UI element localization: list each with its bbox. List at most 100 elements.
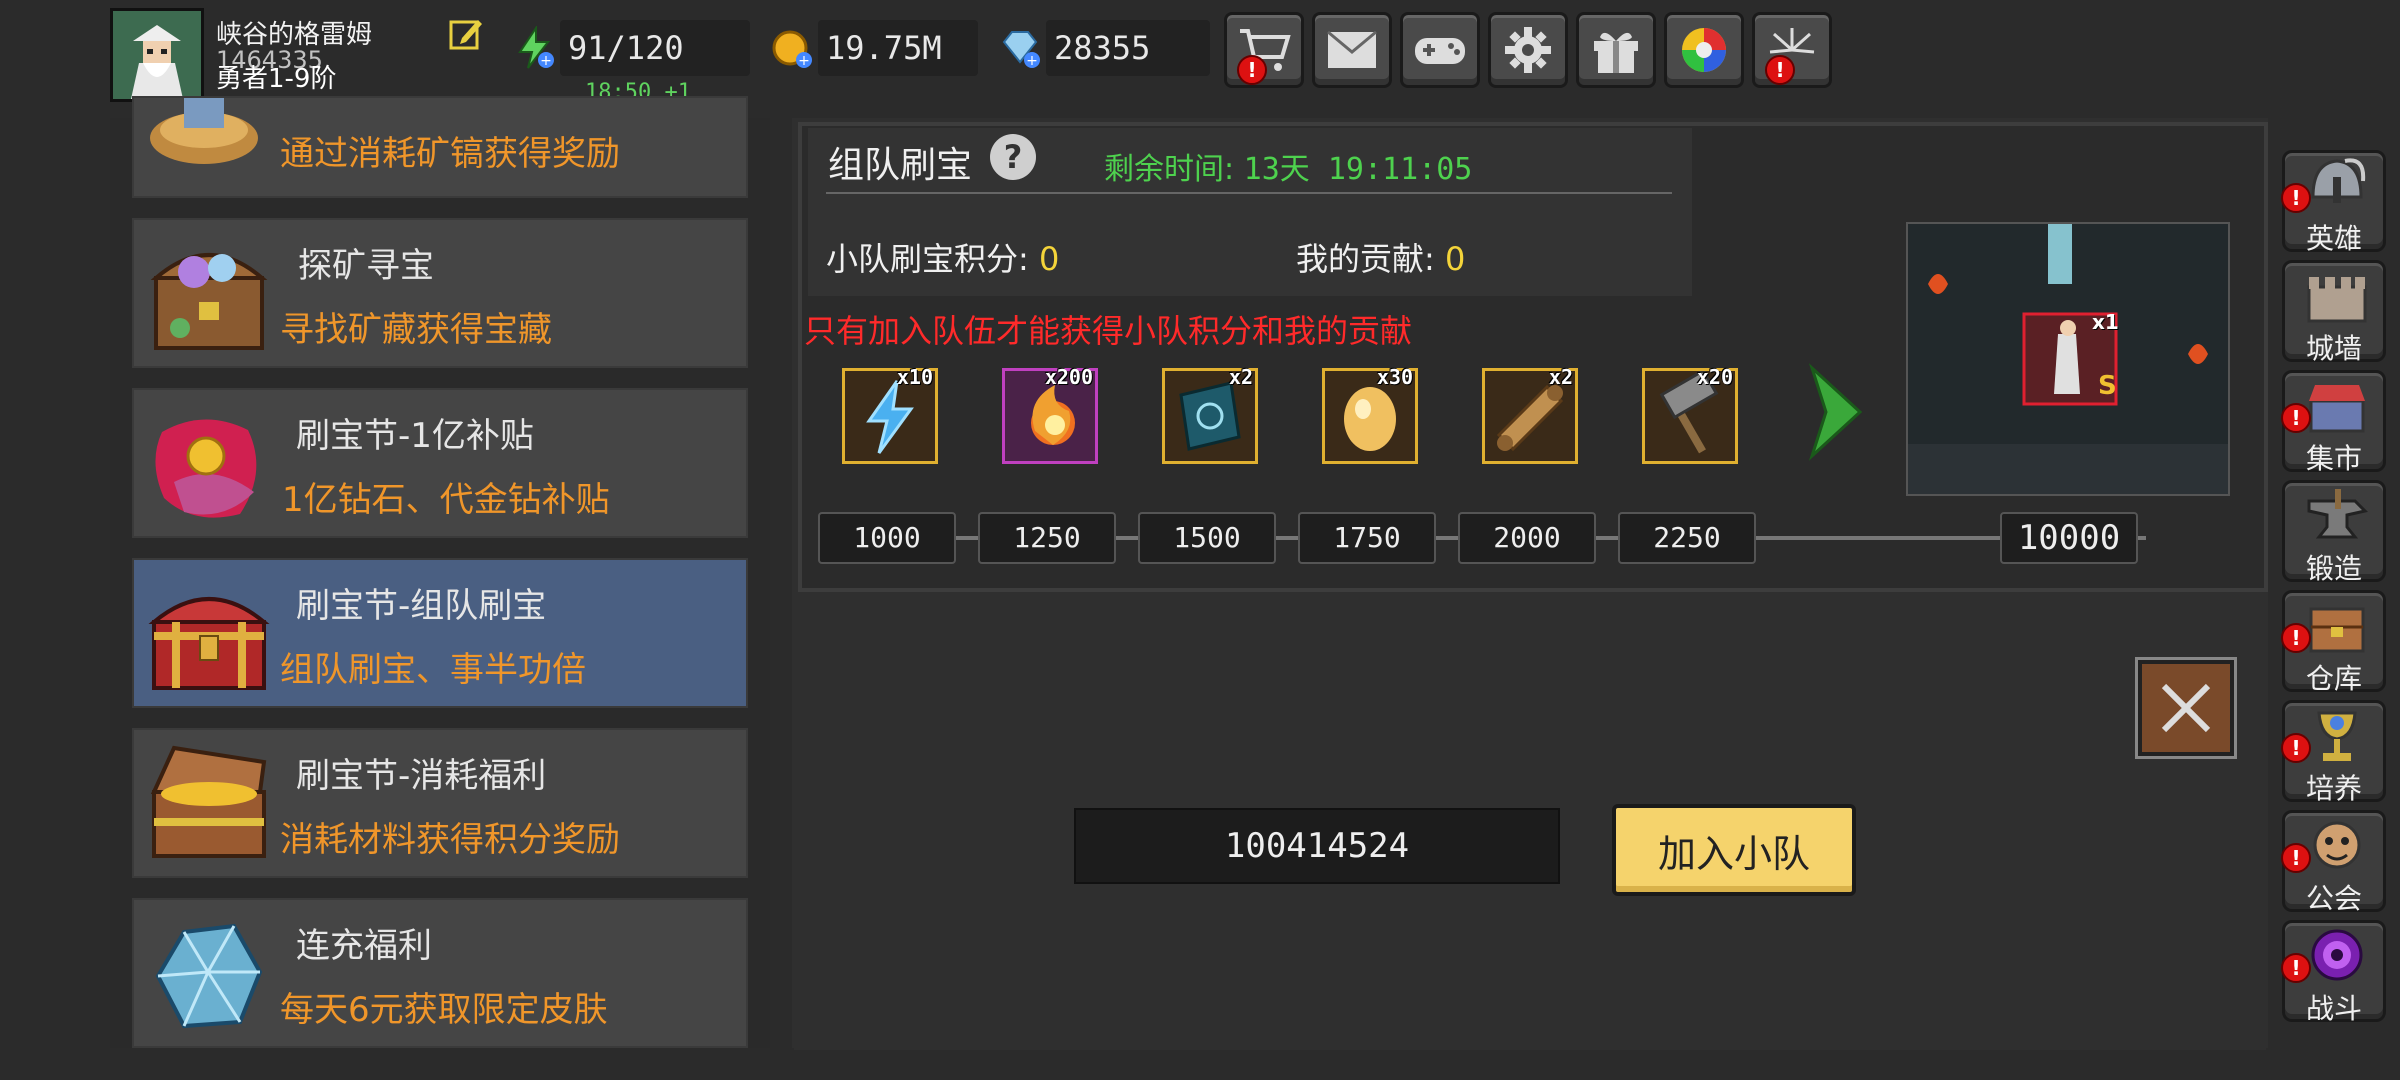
nav-label: 战斗 xyxy=(2305,992,2362,1025)
reward-slot-5[interactable]: x2 xyxy=(1482,365,1578,464)
reward-slot-6[interactable]: x20 xyxy=(1642,365,1738,464)
menu-item-subtitle: 寻找矿藏获得宝藏 xyxy=(280,310,552,350)
reward-qty: x20 xyxy=(1696,365,1733,389)
nav-label: 城墙 xyxy=(2305,332,2362,365)
shop-alert-badge: ! xyxy=(1237,55,1267,85)
gold-counter: 19.75M xyxy=(818,20,978,76)
menu-item-team-treasure[interactable]: 刷宝节-组队刷宝 组队刷宝、事半功倍 xyxy=(132,558,748,708)
nav-label: 英雄 xyxy=(2305,222,2362,255)
milestone-2: 1250 xyxy=(978,512,1116,564)
nav-label: 集市 xyxy=(2305,442,2362,475)
reward-slot-1[interactable]: x10 xyxy=(842,365,938,464)
final-reward-preview: S x1 xyxy=(1906,222,2230,496)
menu-item-title: 刷宝节-组队刷宝 xyxy=(296,586,547,626)
hero-alert-badge: ! xyxy=(2281,183,2311,213)
menu-item-title: 刷宝节-1亿补贴 xyxy=(296,416,534,456)
nav-label: 锻造 xyxy=(2305,552,2362,585)
final-reward-qty: x1 xyxy=(2092,310,2119,334)
menu-item-subtitle: 消耗材料获得积分奖励 xyxy=(280,820,620,860)
mining-icon xyxy=(144,78,274,174)
games-button[interactable] xyxy=(1400,12,1480,88)
gear-icon xyxy=(1505,27,1551,73)
menu-item-title: 连充福利 xyxy=(296,926,432,966)
anvil-icon xyxy=(2307,489,2368,539)
reward-slot-2[interactable]: x200 xyxy=(1002,365,1098,464)
menu-item-mining[interactable]: 通过消耗矿镐获得奖励 xyxy=(132,96,748,198)
fireworks-button[interactable]: ! xyxy=(1752,12,1832,88)
close-button[interactable] xyxy=(2138,660,2234,756)
treasure-chest-icon xyxy=(144,232,274,358)
milestone-final: 10000 xyxy=(2000,512,2138,564)
event-title: 组队刷宝 xyxy=(828,145,973,186)
join-team-notice: 只有加入队伍才能获得小队积分和我的贡献 xyxy=(804,312,1413,350)
svg-text:+: + xyxy=(540,53,552,69)
color-wheel-button[interactable] xyxy=(1664,12,1744,88)
menu-item-prospecting[interactable]: 探矿寻宝 寻找矿藏获得宝藏 xyxy=(132,218,748,368)
nav-forge[interactable]: 锻造 xyxy=(2282,480,2386,585)
remaining-time-value: 13天 19:11:05 xyxy=(1243,152,1473,187)
diamond-counter: 28355 xyxy=(1046,20,1210,76)
gold-coin-icon[interactable]: + xyxy=(770,26,814,70)
menu-item-subsidy[interactable]: 刷宝节-1亿补贴 1亿钻石、代金钻补贴 xyxy=(132,388,748,538)
menu-item-subtitle: 通过消耗矿镐获得奖励 xyxy=(280,134,620,174)
helmet-icon xyxy=(2311,158,2366,203)
my-contribution-label: 我的贡献: xyxy=(1296,240,1435,278)
menu-item-subtitle: 每天6元获取限定皮肤 xyxy=(280,990,608,1030)
fireworks-alert-badge: ! xyxy=(1765,55,1795,85)
nav-guild[interactable]: ! 公会 xyxy=(2281,810,2386,915)
menu-item-title: 刷宝节-消耗福利 xyxy=(296,756,547,796)
red-chest-icon xyxy=(144,572,274,698)
milestone-3: 1500 xyxy=(1138,512,1276,564)
menu-item-subtitle: 1亿钻石、代金钻补贴 xyxy=(282,480,610,520)
gift-button[interactable] xyxy=(1576,12,1656,88)
castle-wall-icon xyxy=(2307,277,2367,323)
nav-label: 公会 xyxy=(2305,882,2362,915)
milestone-5: 2000 xyxy=(1458,512,1596,564)
help-icon[interactable]: ? xyxy=(990,134,1036,180)
nav-hero[interactable]: ! 英雄 xyxy=(2281,150,2386,255)
join-team-button[interactable]: 加入小队 xyxy=(1612,804,1856,896)
remaining-time-label: 剩余时间: xyxy=(1104,152,1235,187)
warehouse-icon xyxy=(2309,607,2365,653)
settings-button[interactable] xyxy=(1488,12,1568,88)
milestone-1: 1000 xyxy=(818,512,956,564)
shop-button[interactable]: ! xyxy=(1224,12,1304,88)
svg-text:+: + xyxy=(798,53,810,69)
market-alert-badge: ! xyxy=(2281,403,2311,433)
reward-slot-3[interactable]: x2 xyxy=(1162,365,1258,464)
reward-qty: x30 xyxy=(1376,365,1413,389)
next-arrow-icon[interactable] xyxy=(1806,362,1866,462)
reward-slot-4[interactable]: x30 xyxy=(1322,365,1418,464)
guild-icon xyxy=(2313,821,2361,869)
mail-icon xyxy=(1327,30,1377,68)
nav-cultivate[interactable]: ! 培养 xyxy=(2281,700,2386,805)
guild-alert-badge: ! xyxy=(2281,843,2311,873)
nav-market[interactable]: ! 集市 xyxy=(2281,370,2386,475)
nav-wall[interactable]: 城墙 xyxy=(2282,260,2386,365)
reward-qty: x2 xyxy=(1228,365,1253,389)
team-score-label: 小队刷宝积分: xyxy=(826,240,1029,278)
menu-item-subtitle: 组队刷宝、事半功倍 xyxy=(280,650,586,690)
color-wheel-icon xyxy=(1682,28,1726,72)
nav-warehouse[interactable]: ! 仓库 xyxy=(2281,590,2386,695)
svg-text:+: + xyxy=(1026,53,1038,69)
gift-icon xyxy=(1594,32,1638,73)
nav-battle[interactable]: ! 战斗 xyxy=(2281,920,2386,1025)
milestone-6: 2250 xyxy=(1618,512,1756,564)
cultivate-alert-badge: ! xyxy=(2281,733,2311,763)
svg-text:S: S xyxy=(2098,371,2117,401)
mail-button[interactable] xyxy=(1312,12,1392,88)
market-icon xyxy=(2309,385,2365,433)
team-id-input[interactable] xyxy=(1074,808,1560,884)
menu-item-consume-welfare[interactable]: 刷宝节-消耗福利 消耗材料获得积分奖励 xyxy=(132,728,748,878)
edit-icon[interactable] xyxy=(448,16,484,52)
red-envelope-icon xyxy=(144,402,274,528)
reward-qty: x200 xyxy=(1044,365,1093,389)
menu-item-recharge-welfare[interactable]: 连充福利 每天6元获取限定皮肤 xyxy=(132,898,748,1048)
my-contribution-value: 0 xyxy=(1444,240,1466,278)
goblet-icon xyxy=(2317,711,2357,761)
nav-label: 仓库 xyxy=(2305,662,2362,695)
diamond-icon[interactable]: + xyxy=(998,26,1042,70)
remaining-time: 剩余时间: 13天 19:11:05 xyxy=(1104,144,1472,188)
gamepad-icon xyxy=(1415,38,1465,64)
